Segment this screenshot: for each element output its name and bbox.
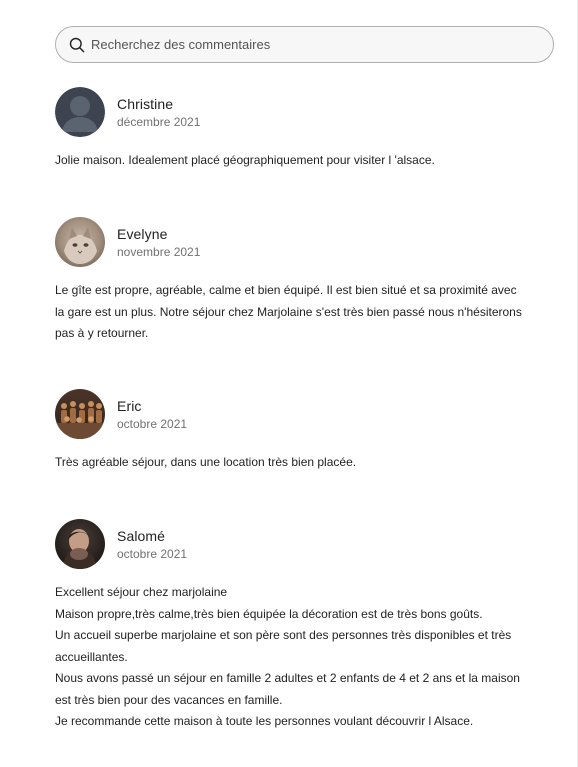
review-text: Jolie maison. Idealement placé géographi… [55,150,555,172]
review-header: Eric octobre 2021 [55,389,555,439]
review-line: la gare est un plus. Notre séjour chez M… [55,304,522,319]
reviewer-name: Christine [117,95,174,112]
review-item: Eric octobre 2021 Très agréable séjour, … [55,389,555,474]
review-text: Excellent séjour chez marjolaine Maison … [55,582,555,733]
review-line: Nous avons passé un séjour en famille 2 … [55,671,520,685]
review-line: Maison propre,très calme,très bien équip… [55,606,483,621]
review-line: Jolie maison. Idealement placé géographi… [55,153,435,167]
review-line: Excellent séjour chez marjolaine [55,585,228,599]
review-meta: Eric octobre 2021 [117,397,187,432]
review-meta: Salomé octobre 2021 [117,527,187,562]
reviews-page: Christine décembre 2021 Jolie maison. Id… [0,0,578,767]
review-meta: Evelyne novembre 2021 [117,225,200,260]
reviewer-name: Evelyne [117,225,168,242]
search-icon [69,37,85,53]
person-photo-avatar[interactable] [55,519,105,569]
review-text: Le gîte est propre, agréable, calme et b… [55,280,555,345]
review-item: Salomé octobre 2021 Excellent séjour che… [55,519,555,733]
review-date: octobre 2021 [117,416,188,431]
review-header: Salomé octobre 2021 [55,519,555,569]
review-line: Un accueil superbe marjolaine et son pèr… [55,628,512,642]
review-item: Christine décembre 2021 Jolie maison. Id… [55,87,555,172]
reviewer-name: Salomé [117,527,166,544]
default-user-avatar[interactable] [55,87,105,137]
review-line: accueillantes. [55,649,128,664]
review-text: Très agréable séjour, dans une location … [55,452,555,474]
review-header: Evelyne novembre 2021 [55,217,555,267]
review-header: Christine décembre 2021 [55,87,555,137]
review-line: Je recommande cette maison à toute les p… [55,714,474,728]
search-input[interactable] [91,34,553,55]
review-date: novembre 2021 [117,244,201,259]
review-line: Très agréable séjour, dans une location … [55,455,357,469]
review-line: pas à y retourner. [55,326,149,340]
review-date: décembre 2021 [117,114,201,129]
review-line: Le gîte est propre, agréable, calme et b… [55,283,517,297]
search-bar[interactable] [55,26,554,63]
group-photo-avatar[interactable] [55,389,105,439]
review-meta: Christine décembre 2021 [117,95,200,130]
review-date: octobre 2021 [117,546,188,561]
cat-photo-avatar[interactable] [55,217,105,267]
review-item: Evelyne novembre 2021 Le gîte est propre… [55,217,555,345]
review-line: est très bien pour des vacances en famil… [55,692,283,707]
reviewer-name: Eric [117,397,142,414]
